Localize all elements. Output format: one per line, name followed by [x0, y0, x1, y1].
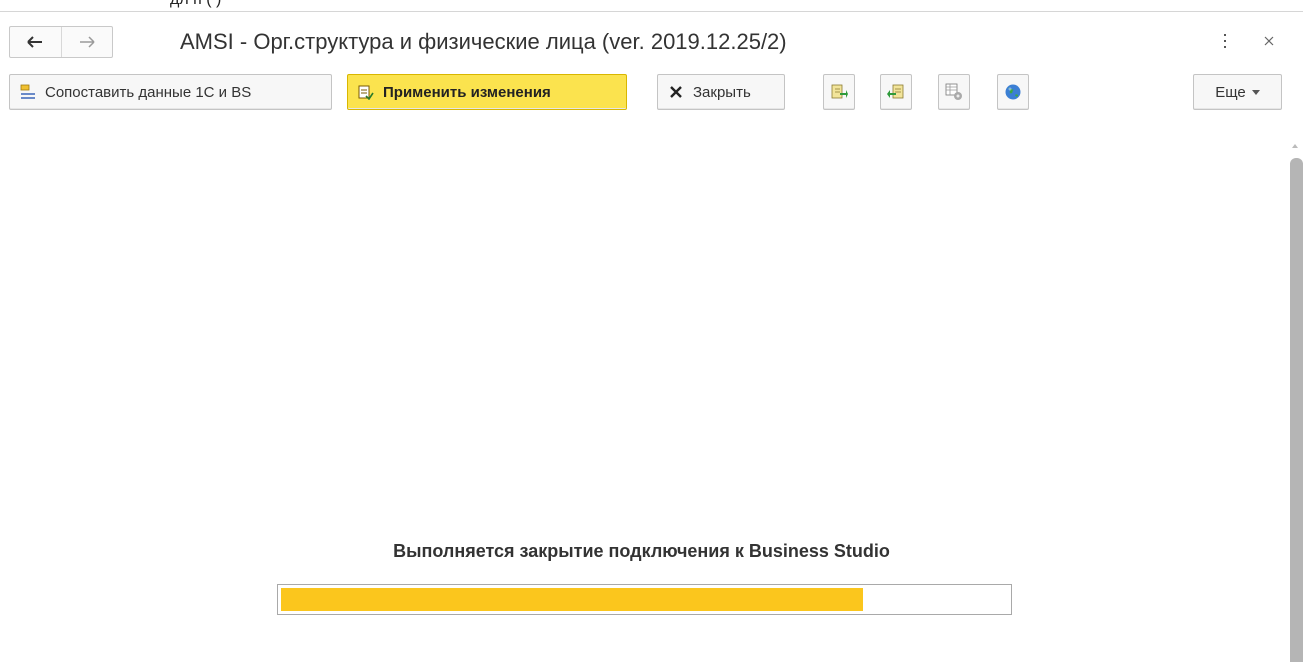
vertical-scrollbar-thumb[interactable]: [1290, 158, 1303, 662]
status-message: Выполняется закрытие подключения к Busin…: [393, 541, 890, 561]
compare-data-button[interactable]: Сопоставить данные 1С и BS: [9, 74, 332, 110]
top-window-strip: дл п ( ): [0, 0, 1303, 12]
globe-button[interactable]: [997, 74, 1029, 110]
compare-data-label: Сопоставить данные 1С и BS: [45, 83, 252, 101]
command-bar: Сопоставить данные 1С и BS Применить изм…: [0, 74, 1303, 112]
form-content-area: [0, 118, 1283, 662]
compare-icon: [19, 83, 37, 101]
back-button[interactable]: [10, 27, 61, 57]
x-icon: [667, 83, 685, 101]
arrow-right-icon: [79, 36, 95, 48]
more-label: Еще: [1215, 83, 1246, 101]
import-button[interactable]: [880, 74, 912, 110]
close-label: Закрыть: [693, 83, 751, 101]
globe-icon: [1004, 83, 1022, 101]
apply-icon: [357, 83, 375, 101]
navigation-group: [9, 26, 113, 58]
close-icon: [1264, 36, 1274, 46]
apply-changes-label: Применить изменения: [383, 83, 551, 101]
window-title: AMSI - Орг.структура и физические лица (…: [180, 29, 787, 54]
import-icon: [887, 83, 905, 101]
window-close-button[interactable]: [1259, 30, 1279, 52]
progress-bar: [277, 584, 1012, 615]
caret-up-icon: [1292, 144, 1298, 148]
apply-changes-button[interactable]: Применить изменения: [347, 74, 627, 110]
title-bar: AMSI - Орг.структура и физические лица (…: [0, 22, 1303, 66]
export-button[interactable]: [823, 74, 855, 110]
settings-table-button[interactable]: [938, 74, 970, 110]
export-icon: [830, 83, 848, 101]
close-button[interactable]: Закрыть: [657, 74, 785, 110]
scroll-up-arrow[interactable]: [1290, 140, 1300, 152]
top-divider: [0, 11, 1303, 12]
arrow-left-icon: [27, 36, 43, 48]
progress-fill: [281, 588, 863, 611]
more-menu-button[interactable]: Еще: [1193, 74, 1282, 110]
vertical-dots-icon: [1224, 34, 1226, 48]
chevron-down-icon: [1251, 89, 1260, 95]
settings-table-icon: [945, 83, 963, 101]
partial-top-text: дл п ( ): [170, 0, 221, 9]
forward-button[interactable]: [60, 27, 113, 57]
window-menu-button[interactable]: [1215, 30, 1235, 52]
